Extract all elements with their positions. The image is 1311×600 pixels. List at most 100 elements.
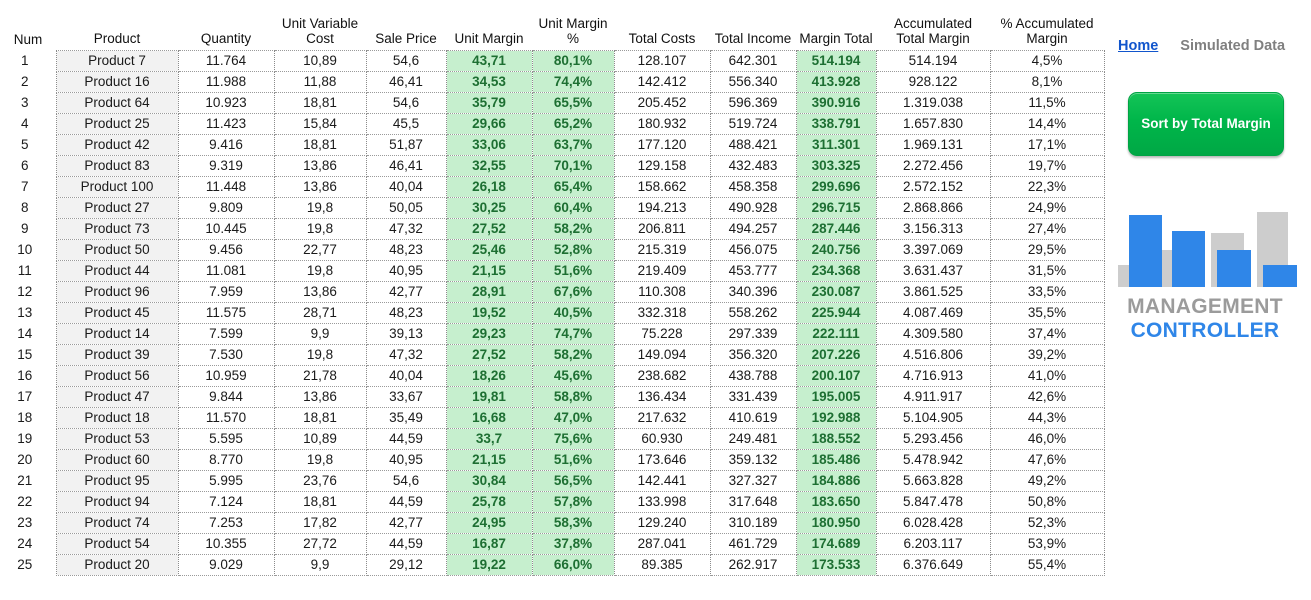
- table-cell[interactable]: 4: [0, 113, 56, 135]
- table-cell[interactable]: 438.788: [709, 365, 797, 388]
- table-cell[interactable]: 21,78: [273, 365, 367, 388]
- column-header-accumulated-total-margin[interactable]: Accumulated Total Margin: [876, 14, 990, 51]
- table-cell[interactable]: 56,5%: [531, 470, 615, 493]
- table-cell[interactable]: 29,5%: [989, 239, 1105, 262]
- table-cell[interactable]: 37,4%: [989, 323, 1105, 346]
- table-cell[interactable]: 15,84: [273, 113, 367, 136]
- table-cell[interactable]: 205.452: [613, 92, 711, 115]
- table-cell[interactable]: 488.421: [709, 134, 797, 157]
- table-cell[interactable]: Product 47: [55, 386, 179, 409]
- table-row[interactable]: 13 Product 45 11.575 28,71 48,23 19,52 40,5% 33…: [0, 302, 1105, 325]
- table-cell[interactable]: 28,71: [273, 302, 367, 325]
- table-cell[interactable]: 16,87: [445, 533, 533, 556]
- table-cell[interactable]: 7: [0, 176, 56, 198]
- table-cell[interactable]: 9,9: [273, 323, 367, 346]
- column-header-unit-margin-pct[interactable]: Unit Margin %: [532, 14, 614, 51]
- table-cell[interactable]: 10.923: [177, 92, 275, 115]
- table-cell[interactable]: 5.595: [177, 428, 275, 451]
- table-cell[interactable]: 5.663.828: [875, 470, 991, 493]
- column-header-product[interactable]: Product: [56, 14, 178, 51]
- table-cell[interactable]: 63,7%: [531, 134, 615, 157]
- table-cell[interactable]: 40,95: [365, 449, 447, 472]
- table-cell[interactable]: 11.575: [177, 302, 275, 325]
- table-cell[interactable]: 311.301: [795, 134, 877, 157]
- table-cell[interactable]: 13,86: [273, 281, 367, 304]
- table-cell[interactable]: 390.916: [795, 92, 877, 115]
- table-row[interactable]: 15 Product 39 7.530 19,8 47,32 27,52 58,2% 149.…: [0, 344, 1105, 367]
- table-row[interactable]: 8 Product 27 9.809 19,8 50,05 30,25 60,4% 194.2…: [0, 197, 1105, 220]
- table-cell[interactable]: 49,2%: [989, 470, 1105, 493]
- table-cell[interactable]: 303.325: [795, 155, 877, 178]
- table-cell[interactable]: 9.319: [177, 155, 275, 178]
- table-row[interactable]: 4 Product 25 11.423 15,84 45,5 29,66 65,2% 180.…: [0, 113, 1105, 136]
- table-cell[interactable]: 16,68: [445, 407, 533, 430]
- table-row[interactable]: 6 Product 83 9.319 13,86 46,41 32,55 70,1% 129.…: [0, 155, 1105, 178]
- home-link[interactable]: Home: [1118, 38, 1158, 54]
- column-header-total-costs[interactable]: Total Costs: [614, 14, 710, 51]
- table-cell[interactable]: 11.081: [177, 260, 275, 283]
- table-cell[interactable]: 185.486: [795, 449, 877, 472]
- table-cell[interactable]: 44,59: [365, 533, 447, 556]
- table-cell[interactable]: 18,81: [273, 491, 367, 514]
- table-cell[interactable]: 42,77: [365, 281, 447, 304]
- table-cell[interactable]: 490.928: [709, 197, 797, 220]
- table-cell[interactable]: 7.253: [177, 512, 275, 535]
- table-row[interactable]: 20 Product 60 8.770 19,8 40,95 21,15 51,6% 173.…: [0, 449, 1105, 472]
- table-cell[interactable]: 41,0%: [989, 365, 1105, 388]
- column-header-unit-margin[interactable]: Unit Margin: [446, 14, 532, 51]
- column-header-margin-total[interactable]: Margin Total: [796, 14, 876, 51]
- table-cell[interactable]: 142.441: [613, 470, 711, 493]
- table-cell[interactable]: 21,15: [445, 260, 533, 283]
- table-cell[interactable]: 46,41: [365, 155, 447, 178]
- table-cell[interactable]: Product 74: [55, 512, 179, 535]
- table-cell[interactable]: 19,52: [445, 302, 533, 325]
- table-cell[interactable]: 11,5%: [989, 92, 1105, 115]
- table-cell[interactable]: 2.272.456: [875, 155, 991, 178]
- table-row[interactable]: 23 Product 74 7.253 17,82 42,77 24,95 58,3% 129…: [0, 512, 1105, 535]
- table-cell[interactable]: 149.094: [613, 344, 711, 367]
- table-cell[interactable]: 136.434: [613, 386, 711, 409]
- table-cell[interactable]: 195.005: [795, 386, 877, 409]
- table-cell[interactable]: 25,78: [445, 491, 533, 514]
- table-cell[interactable]: 12: [0, 281, 56, 303]
- table-cell[interactable]: 4.309.580: [875, 323, 991, 346]
- table-cell[interactable]: 7.124: [177, 491, 275, 514]
- table-row[interactable]: 10 Product 50 9.456 22,77 48,23 25,46 52,8% 215…: [0, 239, 1105, 262]
- table-cell[interactable]: 44,59: [365, 428, 447, 451]
- table-cell[interactable]: 53,9%: [989, 533, 1105, 556]
- table-cell[interactable]: 10.355: [177, 533, 275, 556]
- table-cell[interactable]: 16: [0, 365, 56, 387]
- table-cell[interactable]: 461.729: [709, 533, 797, 556]
- table-cell[interactable]: 25,46: [445, 239, 533, 262]
- table-cell[interactable]: 558.262: [709, 302, 797, 325]
- table-cell[interactable]: 34,53: [445, 71, 533, 94]
- column-header-sale-price[interactable]: Sale Price: [366, 14, 446, 51]
- table-cell[interactable]: 43,71: [445, 50, 533, 73]
- table-cell[interactable]: 230.087: [795, 281, 877, 304]
- table-cell[interactable]: 70,1%: [531, 155, 615, 178]
- table-cell[interactable]: 24,9%: [989, 197, 1105, 220]
- table-cell[interactable]: 11.988: [177, 71, 275, 94]
- table-cell[interactable]: 22,3%: [989, 176, 1105, 199]
- table-row[interactable]: 18 Product 18 11.570 18,81 35,49 16,68 47,0% 21…: [0, 407, 1105, 430]
- table-cell[interactable]: 58,8%: [531, 386, 615, 409]
- table-cell[interactable]: 58,2%: [531, 344, 615, 367]
- table-cell[interactable]: Product 27: [55, 197, 179, 220]
- table-cell[interactable]: 10,89: [273, 50, 367, 73]
- table-cell[interactable]: 15: [0, 344, 56, 366]
- table-cell[interactable]: 65,2%: [531, 113, 615, 136]
- table-cell[interactable]: 4.911.917: [875, 386, 991, 409]
- table-cell[interactable]: 29,12: [365, 554, 447, 577]
- table-cell[interactable]: 24,95: [445, 512, 533, 535]
- table-cell[interactable]: 40,04: [365, 176, 447, 199]
- table-row[interactable]: 14 Product 14 7.599 9,9 39,13 29,23 74,7% 75.22…: [0, 323, 1105, 346]
- table-cell[interactable]: 180.932: [613, 113, 711, 136]
- table-cell[interactable]: 14,4%: [989, 113, 1105, 136]
- table-cell[interactable]: 74,7%: [531, 323, 615, 346]
- table-cell[interactable]: 340.396: [709, 281, 797, 304]
- table-cell[interactable]: 194.213: [613, 197, 711, 220]
- table-cell[interactable]: 296.715: [795, 197, 877, 220]
- table-cell[interactable]: 22: [0, 491, 56, 513]
- table-cell[interactable]: 297.339: [709, 323, 797, 346]
- table-row[interactable]: 24 Product 54 10.355 27,72 44,59 16,87 37,8% 28…: [0, 533, 1105, 556]
